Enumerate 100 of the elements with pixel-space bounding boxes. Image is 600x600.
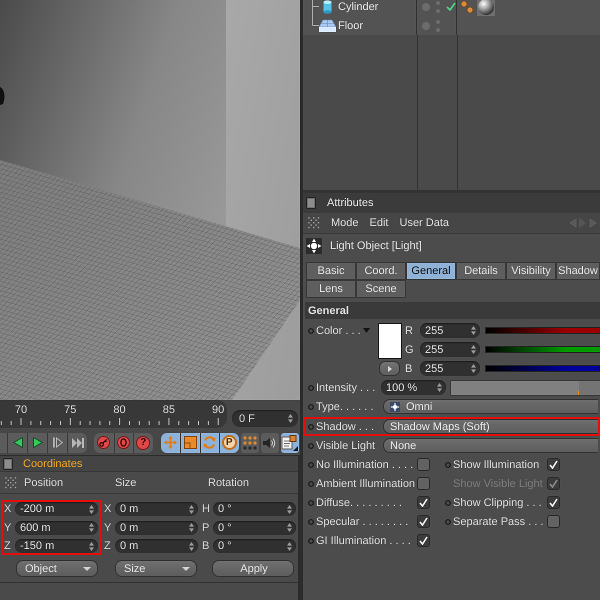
expand-button[interactable] <box>379 361 400 376</box>
timeline-ruler[interactable]: 70 75 80 85 90 <box>0 400 227 428</box>
object-row[interactable]: Floor <box>303 16 600 35</box>
checkbox[interactable] <box>417 477 430 490</box>
spinner-arrows-icon[interactable] <box>89 523 94 532</box>
check-icon <box>549 479 558 488</box>
spinner-arrows-icon[interactable] <box>471 326 476 335</box>
parameter-dot-icon <box>308 480 314 486</box>
coordinate-field[interactable]: -150 m <box>15 539 98 553</box>
menu-item[interactable]: Edit <box>370 217 388 229</box>
intensity-slider-track[interactable] <box>450 380 600 396</box>
light-type-dropdown[interactable]: Omni <box>383 399 598 414</box>
go-to-start-button[interactable] <box>0 432 7 452</box>
coordinate-field[interactable]: 0 ° <box>213 520 296 534</box>
tab[interactable]: Visibility <box>506 262 556 280</box>
axis-label: H <box>201 503 211 515</box>
axis-label: Z <box>3 540 12 552</box>
channel-field[interactable]: 255 <box>420 342 480 357</box>
checkbox[interactable] <box>547 458 560 471</box>
spinner-arrows-icon[interactable] <box>189 542 194 550</box>
channel-field[interactable]: 255 <box>420 361 480 376</box>
visible-light-dropdown[interactable]: None <box>383 438 598 453</box>
object-row[interactable]: Cylinder <box>303 0 600 16</box>
frame-number: 75 <box>64 404 76 417</box>
channel-slider-track[interactable] <box>485 327 600 334</box>
coordinate-field[interactable]: -200 m <box>15 502 98 516</box>
object-name[interactable]: Cylinder <box>338 0 378 12</box>
object-name[interactable]: Floor <box>338 20 364 32</box>
channel-slider-track[interactable] <box>485 365 600 372</box>
coordinate-field[interactable]: 0 ° <box>213 502 296 516</box>
tab[interactable]: Lens <box>306 280 356 298</box>
menu-item[interactable]: User Data <box>400 217 450 229</box>
coordinate-field[interactable]: 0 m <box>115 520 198 534</box>
panel-square-icon <box>306 197 316 209</box>
panel-square-icon <box>3 458 13 470</box>
checkbox[interactable] <box>417 515 430 528</box>
checkbox[interactable] <box>417 534 430 547</box>
point-level-button[interactable] <box>240 432 258 452</box>
play-button[interactable] <box>27 432 47 452</box>
parameter-label: Color . . . <box>316 324 361 336</box>
position-track-button[interactable] <box>160 432 180 452</box>
next-frame-button[interactable] <box>47 432 67 452</box>
coordinate-field[interactable]: 600 m <box>15 520 98 534</box>
checkbox[interactable] <box>417 496 430 509</box>
frame-number: 70 <box>14 404 28 417</box>
coordinate-field[interactable]: 0 m <box>115 539 198 553</box>
tab[interactable]: General <box>406 262 456 280</box>
spinner-arrows-icon[interactable] <box>437 383 442 392</box>
spinner-arrows-icon[interactable] <box>471 345 476 354</box>
check-icon <box>419 517 428 526</box>
spinner-arrows-icon[interactable] <box>288 414 293 423</box>
frame-number: 80 <box>113 404 126 417</box>
tab[interactable]: Basic <box>306 262 356 280</box>
tab[interactable]: Details <box>456 262 506 280</box>
channel-slider-track[interactable] <box>485 346 600 353</box>
spinner-arrows-icon[interactable] <box>189 523 194 532</box>
dropdown-button[interactable]: Size <box>115 560 197 577</box>
spinner-arrows-icon[interactable] <box>189 504 194 514</box>
spinner-arrows-icon[interactable] <box>89 504 94 514</box>
tab[interactable]: Shadow <box>556 262 600 280</box>
go-to-end-button[interactable] <box>67 432 87 452</box>
skip-end-icon <box>72 438 84 448</box>
tab[interactable]: Coord. <box>356 262 406 280</box>
checkbox[interactable] <box>547 515 560 528</box>
channel-field[interactable]: 255 <box>420 323 480 338</box>
parameter-label: Shadow . . . <box>316 420 376 432</box>
spinner-arrows-icon[interactable] <box>89 542 94 550</box>
spinner-arrows-icon[interactable] <box>287 542 292 550</box>
record-keys-button[interactable] <box>94 432 114 452</box>
checkbox[interactable] <box>547 496 560 509</box>
scale-track-button[interactable] <box>180 432 200 452</box>
keyframe-selection-button[interactable]: ? <box>133 432 152 452</box>
column-heading: Rotation <box>208 476 249 488</box>
parameter-dot-icon <box>445 462 451 468</box>
tab[interactable]: Scene <box>356 280 406 298</box>
previous-frame-button[interactable] <box>7 432 27 452</box>
option-label: Show Illumination <box>453 458 540 470</box>
frame-field[interactable]: 0 F <box>232 410 298 427</box>
check-icon <box>549 498 558 507</box>
shadow-dropdown[interactable]: Shadow Maps (Soft) <box>383 419 598 434</box>
rotation-track-button[interactable] <box>200 432 219 452</box>
spinner-arrows-icon[interactable] <box>471 364 476 373</box>
spinner-arrows-icon[interactable] <box>287 504 292 514</box>
light-icon <box>306 238 322 254</box>
intensity-field[interactable]: 100 % <box>381 380 446 395</box>
sound-button[interactable] <box>260 432 278 452</box>
spinner-arrows-icon[interactable] <box>287 523 292 532</box>
coordinate-field[interactable]: 0 m <box>115 502 198 516</box>
right-triangle-icon <box>388 366 392 372</box>
autokey-button[interactable] <box>114 432 133 452</box>
check-icon <box>549 460 558 469</box>
option-label: Ambient Illumination <box>316 478 415 490</box>
dropdown-button[interactable]: Object <box>16 560 98 577</box>
coordinate-field[interactable]: 0 ° <box>213 539 296 553</box>
checkbox[interactable] <box>417 458 430 471</box>
menu-item[interactable]: Mode <box>331 217 359 229</box>
scheme-button[interactable] <box>280 432 298 452</box>
color-swatch[interactable] <box>378 323 402 359</box>
apply-button[interactable]: Apply <box>212 560 294 577</box>
grip-dots-icon <box>308 217 320 229</box>
